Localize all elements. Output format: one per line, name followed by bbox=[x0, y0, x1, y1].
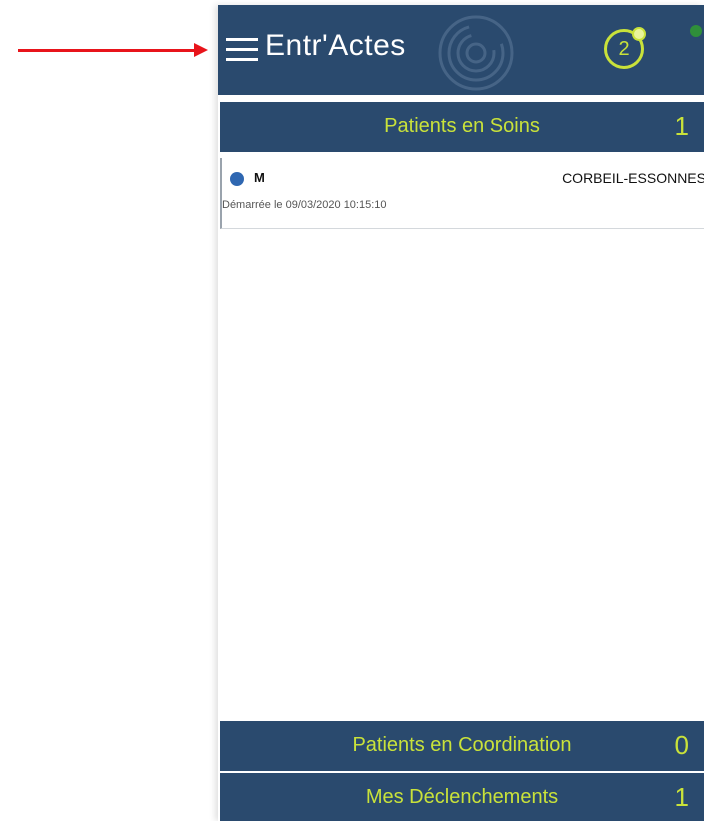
section-count: 1 bbox=[674, 782, 689, 812]
app-logo-watermark-icon bbox=[438, 15, 514, 91]
app-header: Entr'Actes 2 bbox=[218, 5, 704, 95]
annotation-arrow-line bbox=[18, 49, 198, 52]
section-count: 0 bbox=[674, 730, 689, 760]
patient-city: CORBEIL-ESSONNES bbox=[562, 170, 704, 186]
online-status-icon bbox=[690, 25, 702, 37]
section-label: Mes Déclenchements bbox=[365, 786, 559, 808]
section-label: Patients en Coordination bbox=[352, 734, 572, 756]
app-title: Entr'Actes bbox=[265, 29, 406, 62]
patient-name: M bbox=[254, 170, 265, 185]
patient-list-item[interactable]: M CORBEIL-ESSONNES Démarrée le 09/03/202… bbox=[220, 158, 704, 229]
app-screen: Entr'Actes 2 Patients en Soins 1 M CORBE… bbox=[218, 5, 704, 821]
section-patients-en-coordination[interactable]: Patients en Coordination 0 bbox=[220, 721, 704, 771]
section-patients-en-soins[interactable]: Patients en Soins 1 bbox=[220, 102, 704, 152]
section-count: 1 bbox=[674, 111, 689, 141]
section-label: Patients en Soins bbox=[384, 115, 540, 137]
patient-status-dot-icon bbox=[230, 172, 244, 186]
annotation-arrow-icon bbox=[194, 43, 208, 57]
notification-button[interactable]: 2 bbox=[604, 27, 646, 71]
hamburger-menu-icon[interactable] bbox=[226, 38, 258, 62]
notification-dot-icon bbox=[632, 27, 646, 41]
section-mes-declenchements[interactable]: Mes Déclenchements 1 bbox=[220, 773, 704, 821]
patient-start-date: Démarrée le 09/03/2020 10:15:10 bbox=[222, 199, 387, 211]
list-item-top-strip bbox=[264, 158, 444, 161]
